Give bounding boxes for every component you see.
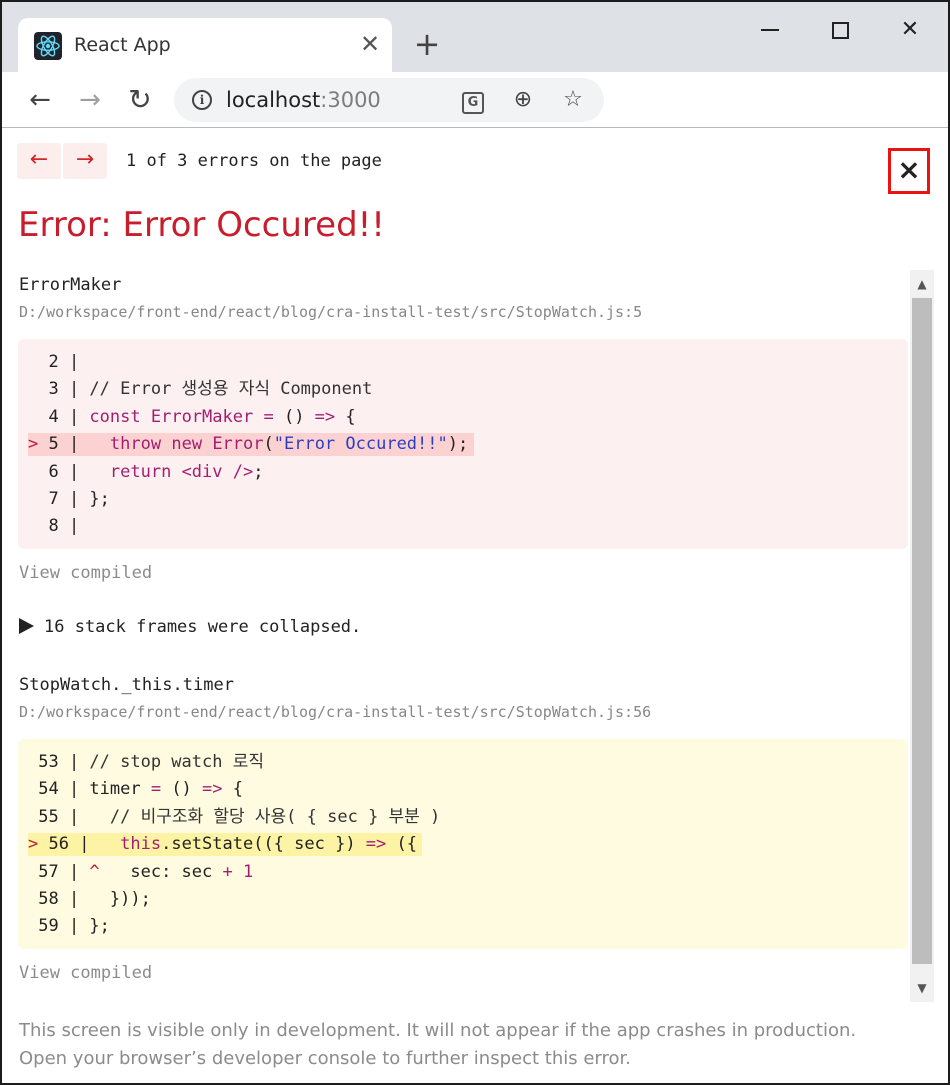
frame-function-name: StopWatch._this.timer: [19, 675, 234, 695]
previous-error-button[interactable]: ←: [17, 143, 61, 179]
overlay-footer: This screen is visible only in developme…: [19, 1017, 856, 1073]
code-line: 55 | // 비구조화 할당 사용( { sec } 부분 ): [28, 806, 441, 827]
expand-triangle-icon: [19, 618, 34, 634]
tab-title: React App: [74, 34, 171, 56]
footer-line-1: This screen is visible only in developme…: [19, 1020, 857, 1041]
code-line: 8 |: [28, 516, 80, 537]
address-bar[interactable]: i localhost:3000 G ⊕ ☆: [174, 78, 604, 122]
scroll-down-icon[interactable]: ▼: [910, 976, 934, 1000]
code-line: 6 | return <div />;: [28, 461, 264, 482]
translate-icon[interactable]: G: [460, 87, 486, 114]
url-text[interactable]: localhost:3000: [226, 87, 381, 113]
minimize-button[interactable]: [740, 10, 800, 50]
forward-button[interactable]: →: [72, 82, 108, 118]
maximize-button[interactable]: [810, 10, 870, 50]
react-logo-icon: [34, 32, 62, 60]
browser-window: React App ✕ + ✕ ← → ↻ i localhost:3000 G…: [0, 0, 950, 1085]
url-host: localhost: [226, 88, 321, 112]
stack-frames: ErrorMaker D:/workspace/front-end/react/…: [2, 269, 948, 999]
translate-glyph: G: [462, 92, 484, 114]
tab-react-app[interactable]: React App ✕: [18, 18, 392, 74]
code-snippet: 53 | // stop watch 로직 54 | timer = () =>…: [18, 739, 908, 949]
view-compiled-link[interactable]: View compiled: [19, 963, 152, 983]
frame-function-name: ErrorMaker: [19, 275, 122, 295]
error-title: Error: Error Occured!!: [18, 205, 385, 245]
reload-button[interactable]: ↻: [122, 82, 158, 118]
scrollbar[interactable]: ▲ ▼: [910, 270, 934, 1002]
browser-toolbar: ← → ↻ i localhost:3000 G ⊕ ☆: [2, 72, 948, 128]
collapsed-frames-text: 16 stack frames were collapsed.: [44, 617, 362, 637]
footer-line-2: Open your browser’s developer console to…: [19, 1048, 631, 1069]
scroll-up-icon[interactable]: ▲: [910, 272, 934, 296]
code-line: 3 | // Error 생성용 자식 Component: [28, 379, 373, 400]
scrollbar-thumb[interactable]: [912, 298, 932, 964]
star-icon[interactable]: ☆: [560, 87, 586, 113]
window-close-button[interactable]: ✕: [880, 10, 940, 50]
collapsed-frames-toggle[interactable]: 16 stack frames were collapsed.: [19, 617, 361, 637]
minimize-icon: [761, 29, 779, 31]
overlay-close-button[interactable]: ×: [888, 148, 930, 194]
code-line: 53 | // stop watch 로직: [28, 752, 264, 772]
frame-file-path: D:/workspace/front-end/react/blog/cra-in…: [19, 703, 652, 721]
code-line: 54 | timer = () => {: [28, 779, 243, 800]
code-line: 2 |: [28, 352, 80, 372]
code-line: 59 | };: [28, 916, 110, 937]
code-line: 4 | const ErrorMaker = () => {: [28, 406, 356, 427]
frame-file-path: D:/workspace/front-end/react/blog/cra-in…: [19, 303, 643, 321]
code-line: 57 | ^ sec: sec + 1: [28, 861, 254, 882]
new-tab-button[interactable]: +: [410, 28, 444, 62]
tab-close-icon[interactable]: ✕: [356, 30, 384, 58]
code-line: 58 | }));: [28, 888, 151, 909]
maximize-icon: [831, 21, 849, 39]
code-line-highlighted: > 5 | throw new Error("Error Occured!!")…: [18, 431, 908, 458]
code-line-highlighted: > 56 | this.setState(({ sec }) => ({: [18, 831, 908, 858]
url-port: :3000: [320, 88, 381, 112]
next-error-button[interactable]: →: [63, 143, 107, 179]
view-compiled-link[interactable]: View compiled: [19, 563, 152, 583]
tab-strip: React App ✕ + ✕: [2, 2, 948, 74]
error-overlay: ← → 1 of 3 errors on the page × Error: E…: [2, 129, 948, 1083]
code-snippet: 2 | 3 | // Error 생성용 자식 Component 4 | co…: [18, 339, 908, 549]
back-button[interactable]: ←: [22, 82, 58, 118]
zoom-icon[interactable]: ⊕: [510, 87, 536, 113]
error-count: 1 of 3 errors on the page: [126, 151, 382, 171]
info-icon[interactable]: i: [192, 90, 212, 110]
code-line: 7 | };: [28, 488, 110, 509]
error-navigation: ← →: [17, 143, 109, 179]
